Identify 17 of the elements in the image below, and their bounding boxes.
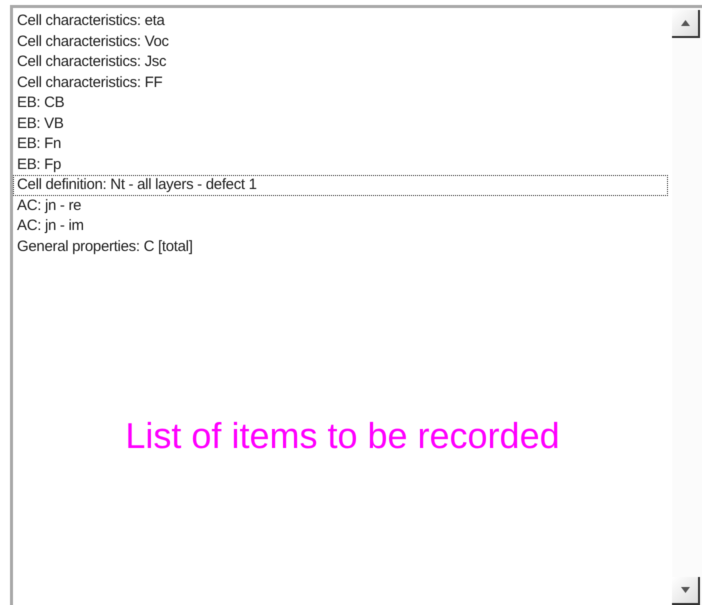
list-item[interactable]: Cell definition: Nt - all layers - defect 1 [13,175,668,196]
list-item[interactable]: Cell characteristics: FF [13,72,166,93]
list-item[interactable]: Cell characteristics: eta [13,11,169,32]
list-item[interactable]: AC: jn - im [13,216,88,236]
list-item[interactable]: Cell characteristics: Jsc [13,52,170,72]
list-item[interactable]: EB: VB [13,114,68,134]
up-arrow-icon [680,20,690,26]
list-item[interactable]: AC: jn - re [13,196,86,216]
list-item[interactable]: EB: CB [13,93,68,114]
list-item[interactable]: EB: Fn [13,134,66,154]
annotation-text: List of items to be recorded [125,415,560,457]
list-item[interactable]: Cell characteristics: Voc [13,32,173,52]
list-item[interactable]: General properties: C [total] [13,236,197,257]
down-arrow-icon [680,587,690,593]
scroll-down-button[interactable] [672,577,700,605]
scroll-up-button[interactable] [672,10,700,38]
list-item[interactable]: EB: Fp [13,154,66,175]
